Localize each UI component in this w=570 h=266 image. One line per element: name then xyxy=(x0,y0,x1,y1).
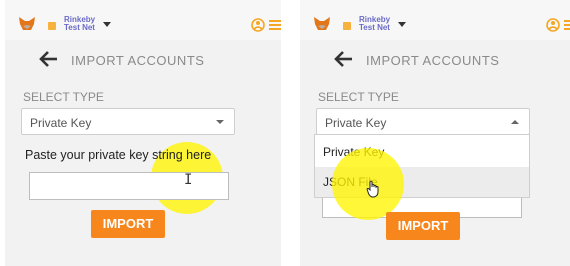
page-title: IMPORT ACCOUNTS xyxy=(366,53,500,68)
select-current-value: Private Key xyxy=(30,116,92,130)
hamburger-menu-icon[interactable] xyxy=(564,20,570,30)
chevron-down-icon[interactable] xyxy=(103,22,111,27)
network-selector[interactable]: Rinkeby Test Net xyxy=(64,16,95,32)
caret-up-icon xyxy=(511,120,519,124)
import-type-select[interactable]: Private Key xyxy=(21,108,235,135)
private-key-input[interactable] xyxy=(29,172,229,200)
account-switch-icon[interactable] xyxy=(544,17,562,33)
top-bar: Rinkeby Test Net xyxy=(5,0,281,40)
hand-cursor-icon xyxy=(366,180,379,198)
page-title: IMPORT ACCOUNTS xyxy=(71,53,205,68)
fox-icon xyxy=(314,17,330,30)
hamburger-menu-icon[interactable] xyxy=(269,20,281,30)
fox-icon xyxy=(19,17,35,30)
network-name-line2: Test Net xyxy=(64,23,95,32)
import-button[interactable]: IMPORT xyxy=(386,212,460,240)
network-name-line2: Test Net xyxy=(359,23,390,32)
paste-key-label: Paste your private key string here xyxy=(25,148,212,162)
select-type-label: SELECT TYPE xyxy=(23,90,104,104)
back-arrow-icon[interactable] xyxy=(334,50,354,68)
import-type-select[interactable]: Private Key xyxy=(316,108,530,135)
select-current-value: Private Key xyxy=(325,116,387,130)
network-status-icon xyxy=(343,22,351,30)
top-bar: Rinkeby Test Net xyxy=(300,0,570,40)
network-status-icon xyxy=(48,22,56,30)
caret-down-icon xyxy=(216,120,224,124)
chevron-down-icon[interactable] xyxy=(398,22,406,27)
import-panel-right: Rinkeby Test Net IMPORT ACCOUNTS SELECT … xyxy=(300,0,570,266)
select-type-label: SELECT TYPE xyxy=(318,90,399,104)
network-selector[interactable]: Rinkeby Test Net xyxy=(359,16,390,32)
account-switch-icon[interactable] xyxy=(249,17,267,33)
import-button[interactable]: IMPORT xyxy=(91,210,165,238)
import-panel-left: Rinkeby Test Net IMPORT ACCOUNTS SELECT … xyxy=(5,0,281,266)
text-cursor-icon: I xyxy=(184,172,193,188)
back-arrow-icon[interactable] xyxy=(39,50,59,68)
